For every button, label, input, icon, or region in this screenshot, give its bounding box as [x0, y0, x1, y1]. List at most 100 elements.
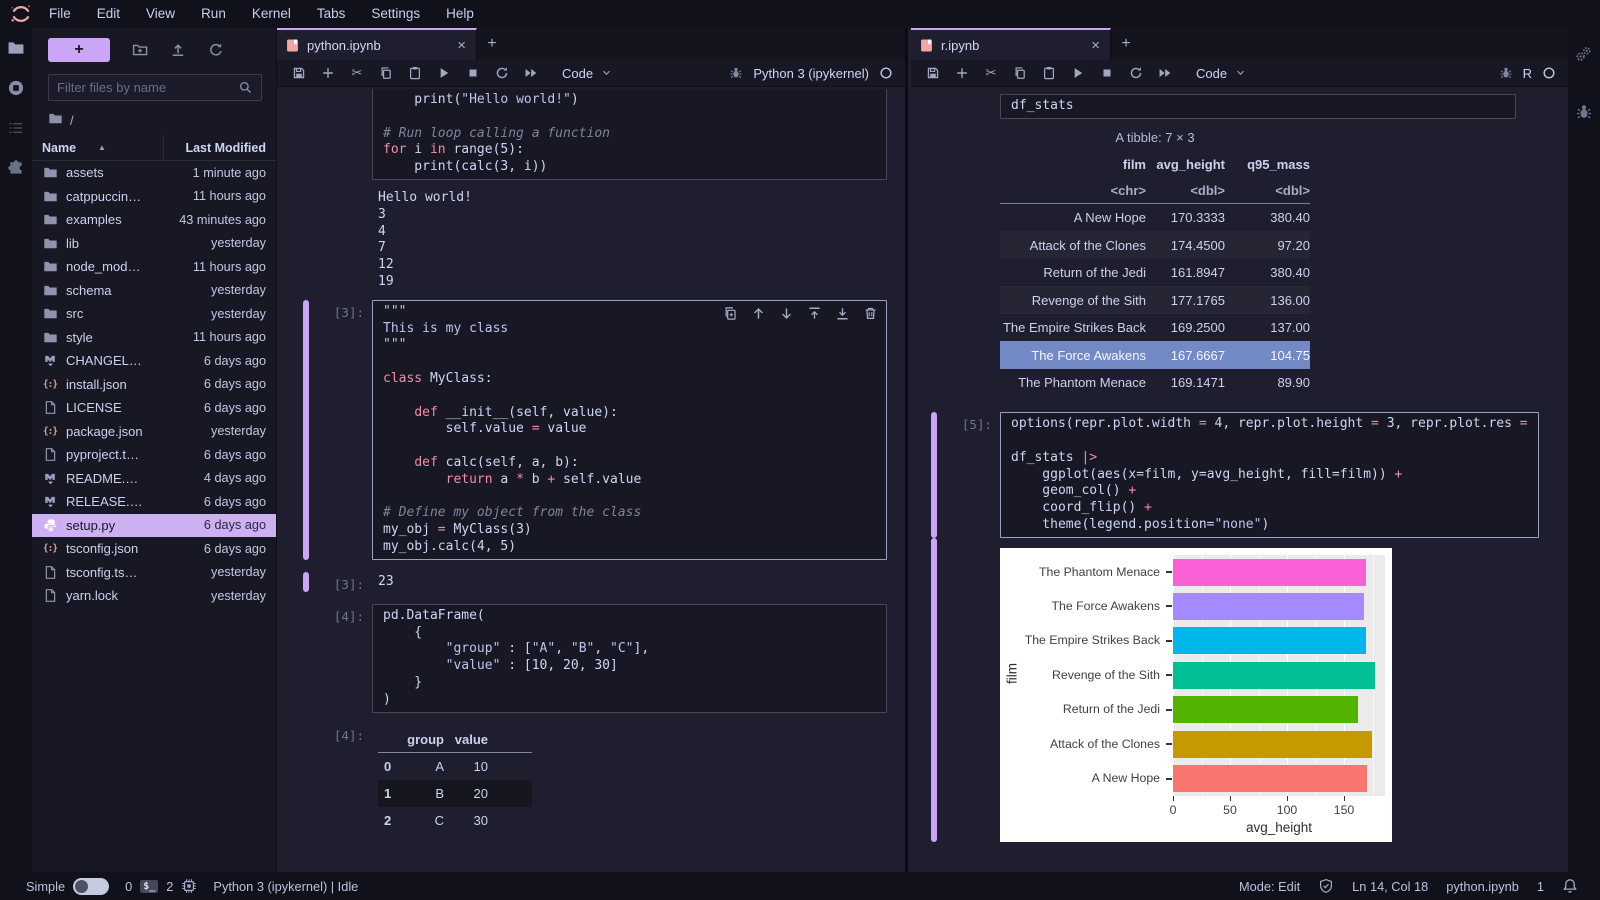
file-row[interactable]: examples 43 minutes ago [32, 208, 276, 232]
file-row[interactable]: assets 1 minute ago [32, 161, 276, 185]
table-row[interactable]: The Empire Strikes Back 169.2500 137.00 [1000, 314, 1310, 342]
interrupt-kernel-button[interactable] [465, 65, 481, 81]
cursor-position[interactable]: Ln 14, Col 18 [1352, 879, 1428, 894]
file-row[interactable]: tsconfig.ts… yesterday [32, 561, 276, 585]
new-tab-button[interactable]: + [1111, 28, 1141, 60]
code-editor[interactable]: print("Hello world!") # Run loop calling… [372, 89, 887, 180]
kernel-status-icon[interactable] [1542, 66, 1556, 80]
code-editor[interactable]: pd.DataFrame( { "group" : ["A", "B", "C"… [372, 603, 887, 713]
cut-cells-button[interactable]: ✂ [349, 65, 365, 81]
run-cell-button[interactable] [1070, 65, 1086, 81]
file-row[interactable]: catppuccin… 11 hours ago [32, 185, 276, 209]
file-row[interactable]: pyproject.t… 6 days ago [32, 443, 276, 467]
code-editor[interactable]: df_stats [1000, 94, 1516, 119]
file-row[interactable]: LICENSE 6 days ago [32, 396, 276, 420]
file-row[interactable]: CHANGEL… 6 days ago [32, 349, 276, 373]
toggle-switch[interactable] [73, 877, 110, 895]
breadcrumb-root[interactable]: / [70, 113, 74, 128]
delete-cell-icon[interactable] [863, 306, 878, 321]
sort-by-name-header[interactable]: Name ▲ [32, 135, 164, 160]
sort-by-modified-header[interactable]: Last Modified [164, 141, 276, 155]
terminals-kernels-status[interactable]: 0 $_ 2 [125, 878, 197, 894]
table-row[interactable]: Attack of the Clones 174.4500 97.20 [1000, 231, 1310, 259]
copy-cells-button[interactable] [1012, 65, 1028, 81]
restart-kernel-button[interactable] [494, 65, 510, 81]
file-row[interactable]: node_mod… 11 hours ago [32, 255, 276, 279]
close-tab-icon[interactable]: × [457, 37, 466, 54]
table-row[interactable]: Revenge of the Sith 177.1765 136.00 [1000, 286, 1310, 314]
debugger-icon[interactable] [1568, 92, 1600, 132]
notification-count[interactable]: 1 [1537, 879, 1544, 894]
breadcrumb[interactable]: / [32, 101, 276, 135]
kernel-status[interactable]: Python 3 (ipykernel) | Idle [213, 879, 358, 894]
new-tab-button[interactable]: + [477, 28, 507, 60]
code-editor[interactable]: """ This is my class """ class MyClass: de… [372, 299, 887, 560]
upload-icon[interactable] [170, 42, 186, 58]
menu-view[interactable]: View [133, 6, 188, 21]
file-row[interactable]: src yesterday [32, 302, 276, 326]
menu-settings[interactable]: Settings [358, 6, 433, 21]
insert-cell-below-icon[interactable] [835, 306, 850, 321]
restart-run-all-button[interactable] [523, 65, 539, 81]
move-cell-down-icon[interactable] [779, 306, 794, 321]
table-row[interactable]: Return of the Jedi 161.8947 380.40 [1000, 259, 1310, 287]
refresh-icon[interactable] [208, 42, 224, 58]
menu-help[interactable]: Help [433, 6, 487, 21]
duplicate-cell-icon[interactable] [723, 306, 738, 321]
simple-mode-toggle[interactable]: Simple [26, 877, 110, 895]
file-row[interactable]: lib yesterday [32, 232, 276, 256]
insert-cell-above-icon[interactable] [807, 306, 822, 321]
table-row[interactable]: The Phantom Menace 169.1471 89.90 [1000, 369, 1310, 397]
code-editor[interactable]: options(repr.plot.width = 4, repr.plot.h… [1000, 412, 1539, 538]
insert-cell-button[interactable] [954, 65, 970, 81]
insert-cell-button[interactable] [320, 65, 336, 81]
bell-icon[interactable] [1562, 878, 1578, 894]
selected-table-row[interactable]: The Force Awakens 167.6667 104.75 [1000, 341, 1310, 369]
tab-python-ipynb[interactable]: python.ipynb × [277, 28, 477, 60]
property-inspector-icon[interactable] [1568, 34, 1600, 74]
file-row[interactable]: setup.py 6 days ago [32, 513, 276, 537]
cell-type-dropdown[interactable]: Code [1196, 66, 1246, 81]
debugger-bug-icon[interactable] [729, 66, 743, 80]
cut-cells-button[interactable]: ✂ [983, 65, 999, 81]
cell-type-dropdown[interactable]: Code [562, 66, 612, 81]
tab-r-ipynb[interactable]: r.ipynb × [911, 28, 1111, 60]
file-row[interactable]: README.… 4 days ago [32, 467, 276, 491]
restart-run-all-button[interactable] [1157, 65, 1173, 81]
menu-kernel[interactable]: Kernel [239, 6, 304, 21]
restart-kernel-button[interactable] [1128, 65, 1144, 81]
command-mode-indicator[interactable]: Mode: Edit [1239, 879, 1300, 894]
file-filter-input[interactable] [57, 80, 238, 95]
paste-cells-button[interactable] [407, 65, 423, 81]
save-button[interactable] [291, 65, 307, 81]
paste-cells-button[interactable] [1041, 65, 1057, 81]
kernel-status-icon[interactable] [879, 66, 893, 80]
run-cell-button[interactable] [436, 65, 452, 81]
kernel-name[interactable]: R [1523, 66, 1532, 81]
new-folder-icon[interactable] [132, 42, 148, 58]
save-button[interactable] [925, 65, 941, 81]
file-browser-icon[interactable] [0, 28, 32, 68]
menu-file[interactable]: File [36, 6, 84, 21]
close-tab-icon[interactable]: × [1091, 37, 1100, 54]
file-row[interactable]: schema yesterday [32, 279, 276, 303]
file-row[interactable]: RELEASE.… 6 days ago [32, 490, 276, 514]
file-row[interactable]: {:} tsconfig.json 6 days ago [32, 537, 276, 561]
debugger-bug-icon[interactable] [1499, 66, 1513, 80]
copy-cells-button[interactable] [378, 65, 394, 81]
table-row[interactable]: A New Hope 170.3333 380.40 [1000, 204, 1310, 232]
file-row[interactable]: style 11 hours ago [32, 326, 276, 350]
file-row[interactable]: {:} package.json yesterday [32, 420, 276, 444]
new-launcher-button[interactable]: + [48, 38, 110, 62]
menu-run[interactable]: Run [188, 6, 239, 21]
interrupt-kernel-button[interactable] [1099, 65, 1115, 81]
move-cell-up-icon[interactable] [751, 306, 766, 321]
file-row[interactable]: yarn.lock yesterday [32, 584, 276, 608]
menu-edit[interactable]: Edit [84, 6, 133, 21]
running-sessions-icon[interactable] [0, 68, 32, 108]
active-file-label[interactable]: python.ipynb [1446, 879, 1519, 894]
extension-manager-icon[interactable] [0, 148, 32, 188]
trust-shield-icon[interactable] [1318, 878, 1334, 894]
file-row[interactable]: {:} install.json 6 days ago [32, 373, 276, 397]
menu-tabs[interactable]: Tabs [304, 6, 359, 21]
